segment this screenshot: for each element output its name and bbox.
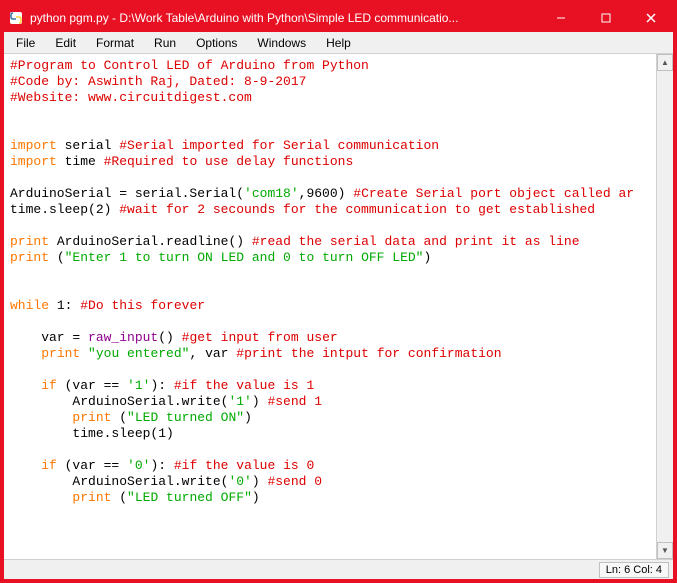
titlebar[interactable]: python pgm.py - D:\Work Table\Arduino wi… — [4, 4, 673, 32]
code-editor[interactable]: #Program to Control LED of Arduino from … — [4, 54, 656, 559]
statusbar: Ln: 6 Col: 4 — [4, 559, 673, 579]
editor-container: #Program to Control LED of Arduino from … — [4, 54, 673, 559]
menu-options[interactable]: Options — [188, 34, 245, 52]
scroll-down-button[interactable]: ▼ — [657, 542, 673, 559]
scroll-track[interactable] — [657, 71, 673, 542]
menu-edit[interactable]: Edit — [47, 34, 84, 52]
menu-file[interactable]: File — [8, 34, 43, 52]
app-icon — [8, 10, 24, 26]
scroll-up-button[interactable]: ▲ — [657, 54, 673, 71]
menubar: File Edit Format Run Options Windows Hel… — [4, 32, 673, 54]
close-button[interactable] — [628, 4, 673, 32]
menu-help[interactable]: Help — [318, 34, 359, 52]
window-title: python pgm.py - D:\Work Table\Arduino wi… — [30, 11, 538, 25]
menu-run[interactable]: Run — [146, 34, 184, 52]
vertical-scrollbar[interactable]: ▲ ▼ — [656, 54, 673, 559]
cursor-position: Ln: 6 Col: 4 — [599, 562, 669, 578]
menu-format[interactable]: Format — [88, 34, 142, 52]
window-controls — [538, 4, 673, 32]
minimize-button[interactable] — [538, 4, 583, 32]
maximize-button[interactable] — [583, 4, 628, 32]
menu-windows[interactable]: Windows — [249, 34, 314, 52]
